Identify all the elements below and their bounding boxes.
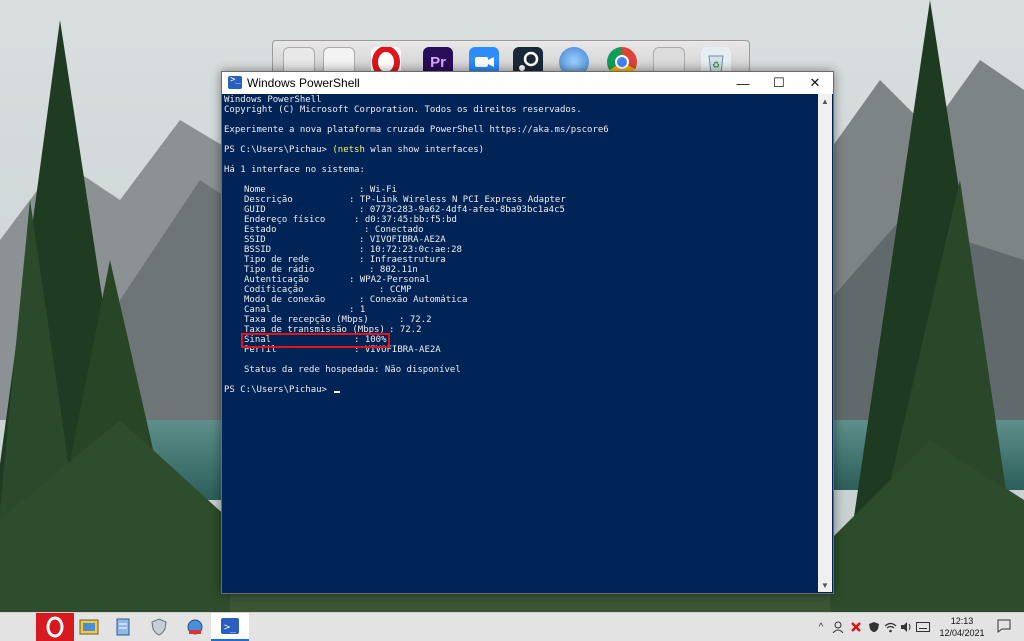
tray-antivirus-alert-icon[interactable]	[848, 613, 864, 641]
vertical-scrollbar[interactable]: ▲ ▼	[818, 94, 832, 592]
field-key: BSSID	[244, 245, 272, 255]
taskbar-security-button[interactable]	[140, 613, 178, 641]
field-value: : TP-Link Wireless N PCI Express Adapter	[349, 195, 566, 205]
field-value: : 1	[349, 305, 366, 315]
scroll-up-arrow-icon[interactable]: ▲	[818, 94, 832, 108]
tray-keyboard-icon[interactable]	[914, 613, 932, 641]
field-row-tipo-radio: Tipo de rádio : 802.11n	[224, 265, 814, 275]
field-key: Canal	[244, 305, 272, 315]
prompt-text: PS C:\Users\Pichau>	[224, 145, 333, 155]
field-value: : 10:72:23:0c:ae:28	[359, 245, 462, 255]
clock-time: 12:13	[950, 616, 974, 626]
image-viewer-icon	[79, 619, 99, 635]
clock-date: 12/04/2021	[939, 628, 985, 638]
taskbar: >_ ^ 12:13 12/04/2021	[0, 612, 1024, 641]
tray-people-icon[interactable]	[830, 613, 846, 641]
field-row-canal: Canal : 1	[224, 305, 814, 315]
field-key: Taxa de recepção (Mbps)	[244, 315, 369, 325]
field-key: Tipo de rádio	[244, 265, 315, 275]
notification-center-icon[interactable]	[996, 618, 1012, 634]
field-key: Nome	[244, 185, 266, 195]
field-value: : Conexão Automática	[359, 295, 468, 305]
powershell-icon: >_	[221, 618, 239, 634]
minimize-button[interactable]: —	[725, 72, 761, 94]
tray-wifi-icon[interactable]	[882, 613, 898, 641]
field-key: Tipo de rede	[244, 255, 310, 265]
console-header-line: Experimente a nova plataforma cruzada Po…	[224, 125, 609, 135]
powershell-icon	[228, 75, 242, 89]
field-key: Modo de conexão	[244, 295, 326, 305]
field-value: : CCMP	[379, 285, 412, 295]
svg-text:♻: ♻	[712, 60, 720, 70]
field-value: : 0773c283-9a62-4df4-afea-8ba93bc1a4c5	[359, 205, 565, 215]
field-key: GUID	[244, 205, 266, 215]
console-header-line: Copyright (C) Microsoft Corporation. Tod…	[224, 105, 582, 115]
network-icon	[187, 619, 203, 635]
tray-shield-icon[interactable]	[866, 613, 882, 641]
field-row-tipo-rede: Tipo de rede : Infraestrutura	[224, 255, 814, 265]
field-value: : 802.11n	[369, 265, 418, 275]
powershell-window: Windows PowerShell — ☐ ✕ Windows PowerSh…	[221, 71, 834, 594]
field-row-bssid: BSSID : 10:72:23:0c:ae:28	[224, 245, 814, 255]
field-value: : 72.2	[399, 315, 432, 325]
field-value: : Conectado	[364, 225, 424, 235]
field-row-estado: Estado : Conectado	[224, 225, 814, 235]
taskbar-clock[interactable]: 12:13 12/04/2021	[932, 615, 992, 639]
scroll-down-arrow-icon[interactable]: ▼	[818, 578, 832, 592]
field-value: : VIVOFIBRA-AE2A	[359, 235, 446, 245]
console-output[interactable]: Windows PowerShell Copyright (C) Microso…	[223, 94, 818, 592]
field-key: SSID	[244, 235, 266, 245]
field-row-endereco: Endereço físico : d0:37:45:bb:f5:bd	[224, 215, 814, 225]
taskbar-powershell-button[interactable]: >_	[211, 613, 249, 641]
command-name: (netsh	[332, 145, 365, 155]
svg-text:>_: >_	[224, 622, 237, 633]
close-button[interactable]: ✕	[797, 72, 833, 94]
notepad-icon	[116, 618, 130, 636]
hosted-network-status: Status da rede hospedada: Não disponível	[244, 365, 461, 375]
tray-chevron-icon[interactable]: ^	[814, 613, 828, 641]
maximize-button[interactable]: ☐	[761, 72, 797, 94]
field-value: : d0:37:45:bb:f5:bd	[354, 215, 457, 225]
field-row-codificacao: Codificação : CCMP	[224, 285, 814, 295]
field-value: : Wi-Fi	[359, 185, 397, 195]
field-row-guid: GUID : 0773c283-9a62-4df4-afea-8ba93bc1a4…	[224, 205, 814, 215]
field-key: Codificação	[244, 285, 304, 295]
field-key: Autenticação	[244, 275, 310, 285]
taskbar-network-button[interactable]	[176, 613, 214, 641]
taskbar-opera-button[interactable]	[36, 613, 74, 641]
opera-icon	[46, 616, 64, 638]
field-row-ssid: SSID : VIVOFIBRA-AE2A	[224, 235, 814, 245]
text-cursor	[334, 391, 341, 393]
window-title: Windows PowerShell	[247, 76, 360, 90]
field-key: Descrição	[244, 195, 293, 205]
prompt-text: PS C:\Users\Pichau>	[224, 385, 333, 395]
signal-highlight-box	[241, 333, 390, 348]
console-command-line: PS C:\Users\Pichau> (netsh wlan show int…	[224, 145, 484, 155]
field-key: Estado	[244, 225, 277, 235]
console-prompt-line: PS C:\Users\Pichau>	[224, 385, 341, 395]
field-row-taxa-recepcao: Taxa de recepção (Mbps) : 72.2	[224, 315, 814, 325]
interface-count-line: Há 1 interface no sistema:	[224, 165, 365, 175]
window-titlebar[interactable]: Windows PowerShell — ☐ ✕	[222, 72, 833, 94]
security-icon	[151, 618, 167, 636]
field-value: : 72.2	[389, 325, 422, 335]
tray-volume-icon[interactable]	[898, 613, 914, 641]
field-value: : WPA2-Personal	[349, 275, 431, 285]
field-key: Endereço físico	[244, 215, 326, 225]
command-args: wlan show interfaces)	[364, 145, 485, 155]
field-row-autenticacao: Autenticação : WPA2-Personal	[224, 275, 814, 285]
field-value: : Infraestrutura	[359, 255, 446, 265]
field-row-nome: Nome : Wi-Fi	[224, 185, 814, 195]
field-row-modo-conexao: Modo de conexão : Conexão Automática	[224, 295, 814, 305]
taskbar-image-viewer-button[interactable]	[70, 613, 108, 641]
taskbar-notepad-button[interactable]	[104, 613, 142, 641]
console-header-line: Windows PowerShell	[224, 95, 322, 105]
field-row-descricao: Descrição : TP-Link Wireless N PCI Expres…	[224, 195, 814, 205]
